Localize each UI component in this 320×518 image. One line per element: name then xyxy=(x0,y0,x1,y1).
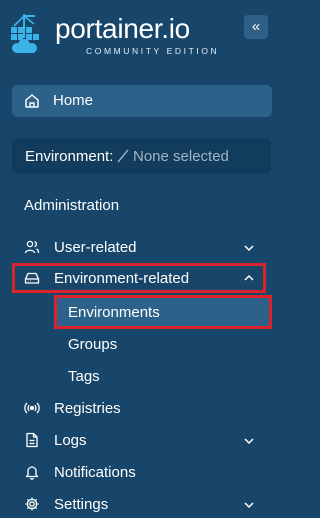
environment-label: Environment: xyxy=(25,148,114,165)
sidebar-item-environment-related[interactable]: Environment-related xyxy=(12,263,266,293)
brand-name: portainer.io xyxy=(55,13,190,44)
home-icon xyxy=(25,94,39,108)
sidebar-item-label: Notifications xyxy=(54,464,136,481)
sidebar-item-notifications[interactable]: Notifications xyxy=(0,462,292,484)
users-icon xyxy=(24,240,40,254)
file-icon xyxy=(26,432,38,448)
collapse-sidebar-button[interactable]: « xyxy=(244,15,268,39)
sidebar-subitem-environments[interactable]: Environments xyxy=(54,295,272,329)
sidebar-subitem-label: Environments xyxy=(68,304,160,321)
sidebar-subitem-groups[interactable]: Groups xyxy=(54,334,254,356)
environment-value: None selected xyxy=(133,148,229,165)
radio-icon xyxy=(24,402,40,414)
chevron-up-icon xyxy=(244,274,254,281)
sidebar-item-registries[interactable]: Registries xyxy=(0,398,292,420)
chevron-down-icon xyxy=(244,438,254,445)
chevron-down-icon xyxy=(244,502,254,509)
sidebar-item-label: Home xyxy=(53,92,94,109)
sidebar-item-label: Settings xyxy=(54,496,109,513)
sidebar-item-label: Environment-related xyxy=(54,270,190,287)
sidebar-item-label: Registries xyxy=(54,400,121,417)
sidebar-item-logs[interactable]: Logs xyxy=(0,430,292,452)
slash-icon xyxy=(117,149,129,163)
sidebar-item-label: User-related xyxy=(54,239,137,256)
chevron-down-icon xyxy=(244,245,254,252)
sidebar-item-settings[interactable]: Settings xyxy=(0,494,292,516)
portainer-logo-icon xyxy=(11,14,39,53)
sidebar-subitem-label: Groups xyxy=(68,336,118,353)
section-title: Administration xyxy=(24,197,120,214)
sidebar-subitem-label: Tags xyxy=(68,368,100,385)
environment-selector[interactable]: Environment: None selected xyxy=(12,138,271,174)
sidebar-subitem-tags[interactable]: Tags xyxy=(54,366,254,388)
sidebar-item-user-related[interactable]: User-related xyxy=(0,237,292,259)
gear-icon xyxy=(25,497,39,511)
sidebar-item-label: Logs xyxy=(54,432,87,449)
drive-icon xyxy=(24,272,40,284)
brand-edition: COMMUNITY EDITION xyxy=(86,46,220,56)
bell-icon xyxy=(25,466,39,480)
sidebar-item-home[interactable]: Home xyxy=(12,85,272,117)
